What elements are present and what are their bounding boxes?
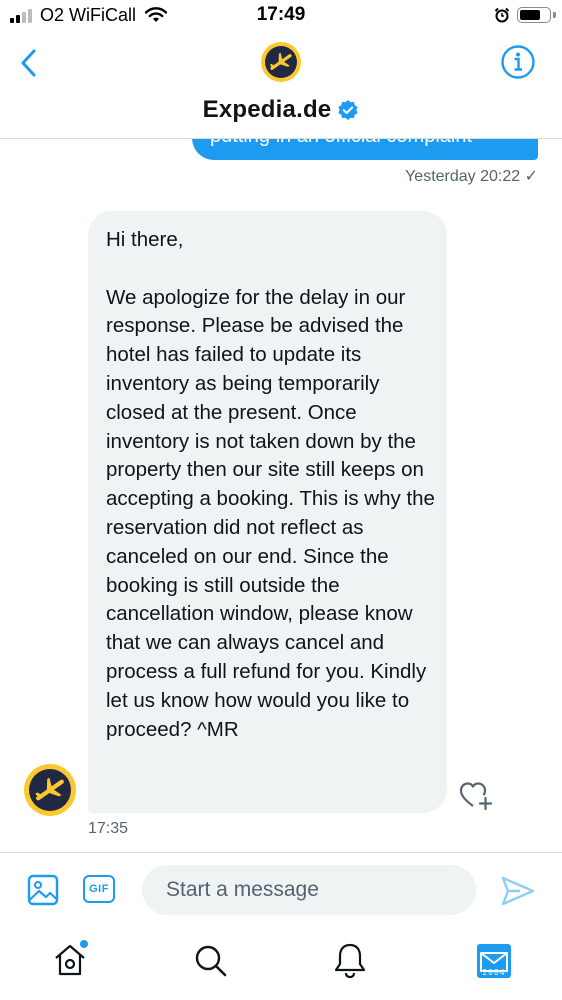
- message-text: Hi there, We apologize for the delay in …: [106, 228, 435, 741]
- clock: 17:49: [256, 4, 306, 25]
- airplane-logo-icon: [35, 777, 64, 801]
- heart-plus-icon[interactable]: [458, 778, 494, 812]
- alarm-icon: [494, 7, 510, 23]
- verified-badge-icon: [338, 100, 359, 120]
- messages-icon[interactable]: 2004: [477, 944, 511, 978]
- battery-icon: [517, 7, 551, 23]
- info-icon[interactable]: [500, 44, 536, 80]
- previous-message-time: Yesterday 20:22 ✓: [405, 168, 538, 185]
- back-button[interactable]: [14, 46, 46, 80]
- search-icon[interactable]: [190, 940, 230, 980]
- gif-button[interactable]: GIF: [83, 875, 115, 903]
- battery-cap: [553, 12, 556, 18]
- bell-icon[interactable]: [330, 940, 370, 980]
- status-bar: O2 WiFiCall 17:49: [0, 0, 562, 34]
- message-time: 17:35: [88, 820, 129, 837]
- home-notification-dot: [80, 940, 88, 948]
- send-icon[interactable]: [500, 875, 536, 907]
- message-input[interactable]: [142, 865, 476, 915]
- airplane-logo-icon: [269, 52, 292, 70]
- image-icon[interactable]: [26, 873, 60, 907]
- expedia-avatar[interactable]: [261, 42, 301, 82]
- sender-avatar[interactable]: [24, 764, 76, 816]
- conversation-title[interactable]: Expedia.de: [203, 96, 332, 124]
- message-bubble[interactable]: Hi there, We apologize for the delay in …: [88, 211, 447, 813]
- message-composer: GIF: [0, 852, 562, 927]
- messages-tile-text: 2004: [482, 968, 506, 977]
- conversation-header: Expedia.de: [0, 34, 562, 139]
